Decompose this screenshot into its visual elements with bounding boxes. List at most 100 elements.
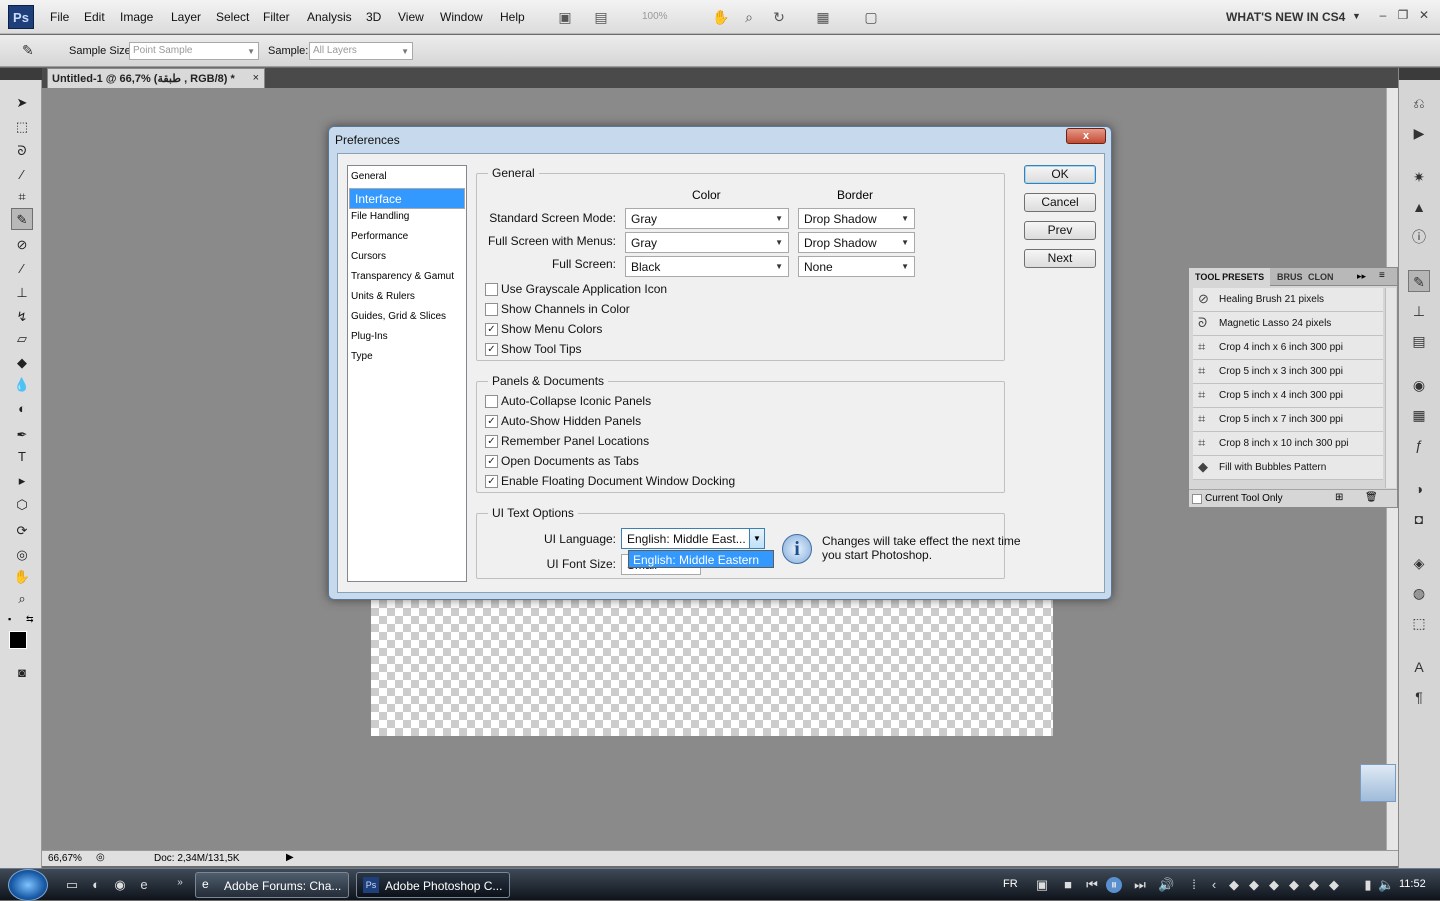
list-item[interactable]: ⌗ Crop 5 inch x 7 inch 300 ppi (1193, 408, 1383, 432)
category-units-rulers[interactable]: Units & Rulers (349, 288, 465, 306)
previous-track-icon[interactable]: ⏮ (1084, 877, 1100, 893)
category-type[interactable]: Type (349, 348, 465, 366)
ie-icon[interactable]: e (136, 877, 152, 893)
tab-clone-source[interactable]: CLON (1305, 268, 1337, 286)
minimize-icon[interactable]: – (1375, 8, 1391, 24)
presets-scrollbar[interactable] (1385, 288, 1396, 488)
category-file-handling[interactable]: File Handling (349, 208, 465, 226)
chevron-down-icon[interactable]: ▼ (749, 529, 764, 548)
taskbar-window-forums[interactable]: e Adobe Forums: Cha... (195, 872, 349, 898)
paint-bucket-tool-icon[interactable]: ◆ (11, 352, 33, 374)
tray-app-icon[interactable]: ◆ (1326, 877, 1342, 893)
adjustments-panel-icon[interactable]: ◑ (1408, 478, 1430, 500)
media-player-icon[interactable]: ▣ (1034, 877, 1050, 893)
list-item[interactable]: ᘐ Magnetic Lasso 24 pixels (1193, 312, 1383, 336)
next-button[interactable]: Next (1024, 249, 1096, 268)
view-extras-icon[interactable]: ▤ (592, 8, 610, 26)
list-item[interactable]: ◆ Fill with Bubbles Pattern (1193, 456, 1383, 480)
arrange-documents-icon[interactable]: ▦ (814, 8, 832, 26)
foreground-color-swatch[interactable] (9, 631, 27, 649)
type-tool-icon[interactable]: T (11, 446, 33, 468)
sample-select[interactable]: All Layers ▼ (309, 42, 413, 60)
new-preset-icon[interactable]: ⊞ (1335, 492, 1343, 503)
dodge-tool-icon[interactable]: ◐ (11, 398, 33, 420)
grayscale-icon-checkbox[interactable] (485, 283, 498, 296)
tool-presets-panel-icon[interactable]: ✎ (1408, 270, 1430, 292)
auto-show-checkbox[interactable]: ✓ (485, 415, 498, 428)
healing-brush-tool-icon[interactable]: ⊘ (11, 234, 33, 256)
color-panel-icon[interactable]: ◉ (1408, 374, 1430, 396)
eraser-tool-icon[interactable]: ▱ (11, 328, 33, 350)
paragraph-panel-icon[interactable]: ¶ (1408, 686, 1430, 708)
tray-options-icon[interactable]: ⁞ (1186, 877, 1202, 893)
remember-locations-checkbox[interactable]: ✓ (485, 435, 498, 448)
magic-wand-tool-icon[interactable]: ⁄ (11, 164, 33, 186)
crop-tool-icon[interactable]: ⌗ (11, 186, 33, 208)
document-tab[interactable]: Untitled-1 @ 66,7% (طبقة , RGB/8) * × (47, 68, 265, 88)
network-icon[interactable]: ▮ (1360, 877, 1376, 893)
full-screen-border-select[interactable]: None ▼ (798, 256, 915, 277)
floating-docking-checkbox[interactable]: ✓ (485, 475, 498, 488)
clone-stamp-tool-icon[interactable]: ⊥ (11, 282, 33, 304)
panel-menu-icon[interactable]: ≡ (1379, 270, 1385, 281)
stop-icon[interactable]: ■ (1060, 877, 1076, 893)
zoom-tool-icon[interactable]: ⌕ (740, 8, 758, 26)
history-brush-tool-icon[interactable]: ↯ (11, 306, 33, 328)
masks-panel-icon[interactable]: ◘ (1408, 508, 1430, 530)
3d-rotate-tool-icon[interactable]: ⟳ (11, 520, 33, 542)
eyedropper-tool-preset-icon[interactable]: ✎ (22, 42, 34, 59)
blur-tool-icon[interactable]: 💧 (11, 374, 33, 396)
shape-tool-icon[interactable]: ⬡ (11, 494, 33, 516)
list-item[interactable]: ⊘ Healing Brush 21 pixels (1193, 288, 1383, 312)
rotate-view-icon[interactable]: ↻ (770, 8, 788, 26)
tray-app-icon[interactable]: ◆ (1306, 877, 1322, 893)
auto-collapse-checkbox[interactable] (485, 395, 498, 408)
standard-screen-border-select[interactable]: Drop Shadow ▼ (798, 208, 915, 229)
tray-app-icon[interactable]: ◆ (1226, 877, 1242, 893)
start-button[interactable] (8, 869, 48, 901)
menu-help[interactable]: Help (500, 10, 525, 24)
bridge-icon[interactable]: ▣ (556, 8, 574, 26)
open-as-tabs-checkbox[interactable]: ✓ (485, 455, 498, 468)
clock[interactable]: 11:52 (1399, 878, 1426, 890)
tab-tool-presets[interactable]: TOOL PRESETS (1189, 268, 1271, 286)
media-icon[interactable]: ◉ (112, 877, 128, 893)
tray-app-icon[interactable]: ◆ (1266, 877, 1282, 893)
category-performance[interactable]: Performance (349, 228, 465, 246)
category-general[interactable]: General (349, 168, 465, 186)
quick-mask-icon[interactable]: ◙ (11, 662, 33, 684)
3d-orbit-tool-icon[interactable]: ◎ (11, 544, 33, 566)
hand-tool-icon[interactable]: ✋ (712, 8, 730, 26)
volume-icon[interactable]: 🔈 (1378, 877, 1394, 893)
paths-panel-icon[interactable]: ⬚ (1408, 612, 1430, 634)
character-panel-icon[interactable]: A (1408, 656, 1430, 678)
menu-analysis[interactable]: Analysis (307, 10, 352, 24)
list-item[interactable]: ⌗ Crop 5 inch x 3 inch 300 ppi (1193, 360, 1383, 384)
ok-button[interactable]: OK (1024, 165, 1096, 184)
zoom-level[interactable]: 100% (642, 11, 668, 22)
styles-panel-icon[interactable]: ƒ (1408, 434, 1430, 456)
ui-language-select[interactable]: English: Middle East... (621, 528, 765, 549)
menu-image[interactable]: Image (120, 10, 153, 24)
layers-panel-icon[interactable]: ◈ (1408, 552, 1430, 574)
download-arrow-icon[interactable] (1360, 764, 1396, 802)
tool-tips-checkbox[interactable]: ✓ (485, 343, 498, 356)
language-indicator[interactable]: FR (1003, 878, 1018, 890)
sample-size-select[interactable]: Point Sample ▼ (129, 42, 259, 60)
menu-filter[interactable]: Filter (263, 10, 290, 24)
menu-select[interactable]: Select (216, 10, 249, 24)
menu-window[interactable]: Window (440, 10, 483, 24)
dock-header[interactable] (1399, 68, 1440, 80)
menu-edit[interactable]: Edit (84, 10, 105, 24)
firefox-icon[interactable]: ◐ (88, 877, 104, 893)
menu-colors-checkbox[interactable]: ✓ (485, 323, 498, 336)
swap-colors-icon[interactable]: ⇆ (26, 614, 34, 625)
menu-view[interactable]: View (398, 10, 424, 24)
menu-layer[interactable]: Layer (171, 10, 201, 24)
standard-screen-color-select[interactable]: Gray ▼ (625, 208, 789, 229)
hand-tool-icon[interactable]: ✋ (11, 566, 33, 588)
cancel-button[interactable]: Cancel (1024, 193, 1096, 212)
category-interface[interactable]: Interface (349, 188, 465, 209)
category-transparency-gamut[interactable]: Transparency & Gamut (349, 268, 465, 286)
taskbar-window-photoshop[interactable]: Ps Adobe Photoshop C... (356, 872, 510, 898)
